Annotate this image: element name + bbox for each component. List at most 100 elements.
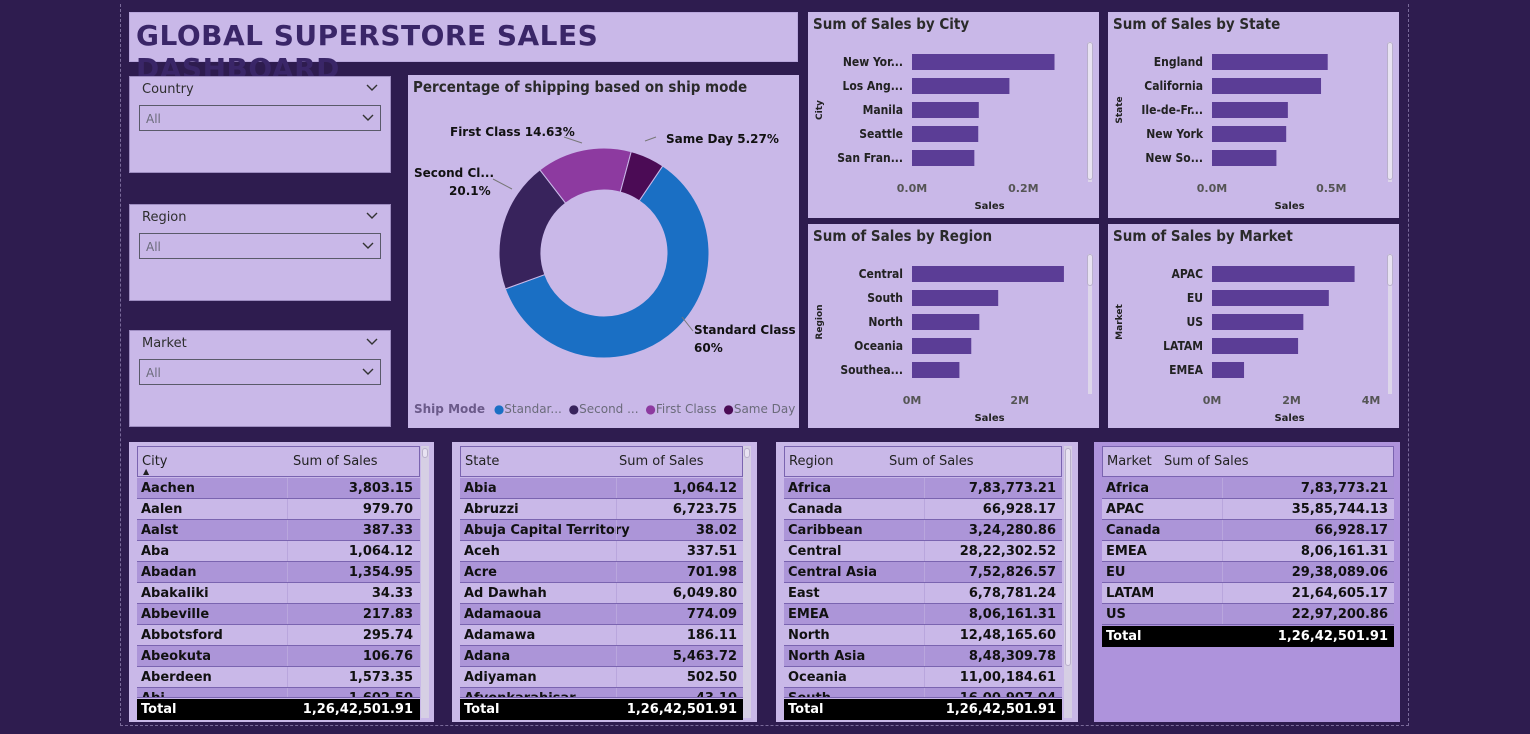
table-row[interactable]: Aalen 979.70 bbox=[137, 499, 420, 520]
table-row[interactable]: East 6,78,781.24 bbox=[784, 583, 1062, 604]
table-row[interactable]: Aceh 337.51 bbox=[460, 541, 743, 562]
chevron-down-icon[interactable] bbox=[366, 338, 378, 346]
column-header[interactable]: Market bbox=[1107, 454, 1152, 469]
bar[interactable] bbox=[1212, 290, 1329, 306]
table-header[interactable]: City Sum of Sales ▲ bbox=[137, 446, 420, 477]
table-row[interactable]: Adiyaman 502.50 bbox=[460, 667, 743, 688]
region-sales-table[interactable]: Region Sum of Sales Africa 7,83,773.21 Canad… bbox=[776, 442, 1078, 722]
bar[interactable] bbox=[1212, 102, 1288, 118]
bar[interactable] bbox=[1212, 338, 1299, 354]
column-header[interactable]: Sum of Sales bbox=[1164, 454, 1249, 469]
legend-item[interactable]: Standar... bbox=[504, 402, 562, 416]
bar[interactable] bbox=[912, 126, 979, 142]
table-row[interactable]: Abbotsford 295.74 bbox=[137, 625, 420, 646]
market-sales-table[interactable]: Market Sum of Sales Africa 7,83,773.21 APAC 3… bbox=[1094, 442, 1400, 722]
state-sales-table[interactable]: State Sum of Sales Abia 1,064.12 Abruzzi 6,72… bbox=[452, 442, 757, 722]
market-dropdown[interactable]: All bbox=[139, 359, 381, 385]
bar[interactable] bbox=[1212, 150, 1277, 166]
column-header[interactable]: Sum of Sales bbox=[293, 454, 378, 469]
table-row[interactable]: South 16,00,907.04 bbox=[784, 688, 1062, 698]
bar[interactable] bbox=[1212, 266, 1355, 282]
column-header[interactable]: Sum of Sales bbox=[889, 454, 974, 469]
column-header[interactable]: State bbox=[465, 454, 499, 469]
table-header[interactable]: State Sum of Sales bbox=[460, 446, 743, 477]
table-row[interactable]: Africa 7,83,773.21 bbox=[784, 478, 1062, 499]
table-row[interactable]: Ad Dawhah 6,049.80 bbox=[460, 583, 743, 604]
scrollbar[interactable] bbox=[1387, 254, 1393, 286]
column-header[interactable]: Sum of Sales bbox=[619, 454, 704, 469]
table-row[interactable]: Central 28,22,302.52 bbox=[784, 541, 1062, 562]
bar[interactable] bbox=[912, 54, 1055, 70]
bar[interactable] bbox=[912, 338, 972, 354]
table-row[interactable]: Canada 66,928.17 bbox=[1102, 520, 1394, 541]
country-dropdown[interactable]: All bbox=[139, 105, 381, 131]
bar[interactable] bbox=[1212, 78, 1322, 94]
table-row[interactable]: Africa 7,83,773.21 bbox=[1102, 478, 1394, 499]
table-row[interactable]: Central Asia 7,52,826.57 bbox=[784, 562, 1062, 583]
chevron-down-icon[interactable] bbox=[366, 212, 378, 220]
table-row[interactable]: Abadan 1,354.95 bbox=[137, 562, 420, 583]
column-header[interactable]: Region bbox=[789, 454, 834, 469]
scrollbar[interactable] bbox=[1087, 42, 1093, 180]
bar[interactable] bbox=[912, 314, 980, 330]
scrollbar[interactable] bbox=[1065, 448, 1071, 666]
region-dropdown[interactable]: All bbox=[139, 233, 381, 259]
table-row[interactable]: Canada 66,928.17 bbox=[784, 499, 1062, 520]
country-slicer[interactable]: Country All bbox=[129, 76, 391, 173]
table-header[interactable]: Region Sum of Sales bbox=[784, 446, 1062, 477]
bar[interactable] bbox=[912, 102, 979, 118]
market-slicer[interactable]: Market All bbox=[129, 330, 391, 427]
sort-ascending-icon[interactable]: ▲ bbox=[143, 467, 149, 476]
scrollbar[interactable] bbox=[1387, 42, 1393, 180]
chevron-down-icon[interactable] bbox=[366, 84, 378, 92]
bar[interactable] bbox=[1212, 54, 1328, 70]
scrollbar[interactable] bbox=[422, 448, 428, 458]
table-row[interactable]: North 12,48,165.60 bbox=[784, 625, 1062, 646]
bar[interactable] bbox=[1212, 126, 1287, 142]
table-row[interactable]: Aachen 3,803.15 bbox=[137, 478, 420, 499]
table-row[interactable]: Acre 701.98 bbox=[460, 562, 743, 583]
city-sales-table[interactable]: City Sum of Sales ▲ Aachen 3,803.15 Aalen 979.… bbox=[129, 442, 434, 722]
bar[interactable] bbox=[912, 78, 1010, 94]
legend-item[interactable]: Second ... bbox=[579, 402, 638, 416]
table-row[interactable]: EU 29,38,089.06 bbox=[1102, 562, 1394, 583]
table-row[interactable]: Adamaoua 774.09 bbox=[460, 604, 743, 625]
table-row[interactable]: Abia 1,064.12 bbox=[460, 478, 743, 499]
table-row[interactable]: Aalst 387.33 bbox=[137, 520, 420, 541]
table-row[interactable]: Caribbean 3,24,280.86 bbox=[784, 520, 1062, 541]
table-row[interactable]: Adana 5,463.72 bbox=[460, 646, 743, 667]
sales-by-market-chart[interactable]: Sum of Sales by Market Market APAC EU US LATA… bbox=[1108, 224, 1399, 428]
table-row[interactable]: Abbeville 217.83 bbox=[137, 604, 420, 625]
table-header[interactable]: Market Sum of Sales bbox=[1102, 446, 1394, 477]
bar[interactable] bbox=[1212, 314, 1304, 330]
table-row[interactable]: EMEA 8,06,161.31 bbox=[1102, 541, 1394, 562]
bar[interactable] bbox=[912, 362, 960, 378]
legend-item[interactable]: Same Day bbox=[734, 402, 796, 416]
bar[interactable] bbox=[912, 290, 999, 306]
table-row[interactable]: Adamawa 186.11 bbox=[460, 625, 743, 646]
table-row[interactable]: Abeokuta 106.76 bbox=[137, 646, 420, 667]
scrollbar[interactable] bbox=[1087, 254, 1093, 286]
table-row[interactable]: Abuja Capital Territory 38.02 bbox=[460, 520, 743, 541]
table-row[interactable]: Abruzzi 6,723.75 bbox=[460, 499, 743, 520]
bar[interactable] bbox=[912, 266, 1064, 282]
legend-item[interactable]: First Class bbox=[656, 402, 717, 416]
table-row[interactable]: US 22,97,200.86 bbox=[1102, 604, 1394, 625]
table-row[interactable]: Oceania 11,00,184.61 bbox=[784, 667, 1062, 688]
sales-by-region-chart[interactable]: Sum of Sales by Region Region Central South… bbox=[808, 224, 1099, 428]
sales-by-city-chart[interactable]: Sum of Sales by City City New Yor... Los An… bbox=[808, 12, 1099, 218]
bar[interactable] bbox=[1212, 362, 1245, 378]
scrollbar[interactable] bbox=[744, 448, 750, 458]
ship-mode-donut-chart[interactable]: Percentage of shipping based on ship mod… bbox=[408, 75, 799, 428]
sales-by-state-chart[interactable]: Sum of Sales by State State England Califor… bbox=[1108, 12, 1399, 218]
table-row[interactable]: North Asia 8,48,309.78 bbox=[784, 646, 1062, 667]
region-slicer[interactable]: Region All bbox=[129, 204, 391, 301]
table-row[interactable]: Aba 1,064.12 bbox=[137, 541, 420, 562]
table-row[interactable]: LATAM 21,64,605.17 bbox=[1102, 583, 1394, 604]
table-row[interactable]: EMEA 8,06,161.31 bbox=[784, 604, 1062, 625]
table-row[interactable]: APAC 35,85,744.13 bbox=[1102, 499, 1394, 520]
table-row[interactable]: Abi... 1,602.50 bbox=[137, 688, 420, 698]
table-row[interactable]: Afyonkarahisar 43.10 bbox=[460, 688, 743, 698]
bar[interactable] bbox=[912, 150, 975, 166]
table-row[interactable]: Aberdeen 1,573.35 bbox=[137, 667, 420, 688]
